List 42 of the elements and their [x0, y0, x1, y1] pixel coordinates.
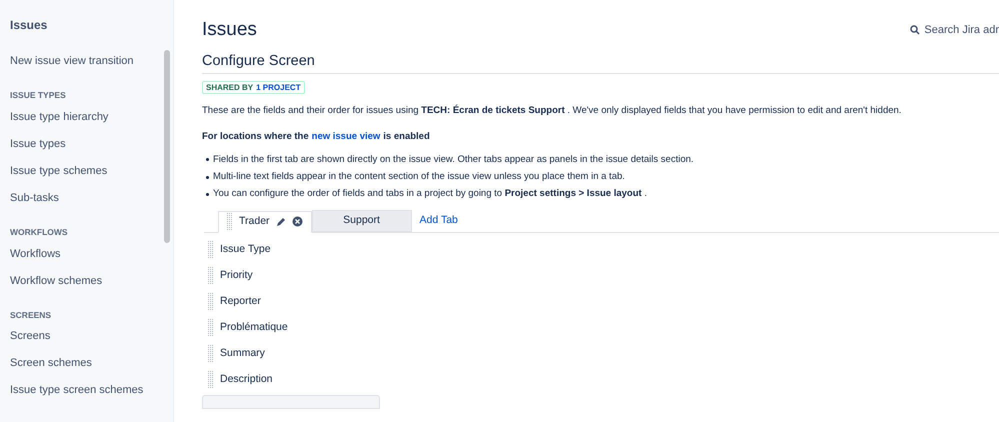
sidebar-item[interactable]: New issue view transition — [10, 54, 173, 81]
field-name: Reporter — [220, 294, 261, 309]
bullet-icon — [206, 176, 209, 179]
badge-label: SHARED BY — [206, 82, 254, 94]
field-name: Priority — [220, 268, 253, 283]
bullet-icon — [206, 158, 209, 162]
field-select[interactable] — [202, 394, 380, 408]
sidebar-item[interactable]: Issue types — [10, 136, 173, 164]
screen-tab[interactable]: Support — [312, 210, 412, 232]
sidebar-item[interactable]: Issue type hierarchy — [10, 110, 173, 137]
sidebar-item[interactable]: Workflows — [10, 246, 173, 274]
screen-tab[interactable]: Trader — [218, 210, 312, 232]
field-name: Issue Type — [220, 242, 271, 257]
section-title: Configure Screen — [202, 52, 316, 70]
bullet-text: You can configure the order of fields and tabs in a project by going to Project settings > Issue layout . — [213, 187, 647, 202]
new-issue-view-link[interactable]: new issue view — [312, 130, 380, 144]
sidebar-item[interactable]: Issue type schemes — [10, 164, 173, 191]
bullet-icon — [206, 192, 209, 196]
sidebar-item[interactable]: Sub-tasks — [10, 190, 173, 218]
bullet-text: Multi-line text fields appear in the content section of the issue view unless you place them in a tab. — [213, 170, 625, 184]
project-link[interactable]: 1 PROJECT — [256, 82, 301, 94]
page-title: Issues — [202, 18, 257, 42]
sidebar-item[interactable]: Screen schemes — [10, 356, 173, 384]
search-field[interactable]: Search Jira adr — [910, 22, 999, 38]
section-heading: SCREENS — [10, 308, 52, 322]
bullet-text: Fields in the first tab are shown directly on the issue view. Other tabs appear as panels in the issue details section. — [213, 152, 694, 167]
sidebar-item[interactable]: Issue type screen schemes — [10, 383, 173, 410]
field-name: Description — [220, 372, 273, 387]
note-text: For locations where the — [202, 130, 309, 144]
add-tab-link[interactable]: Add Tab — [420, 212, 458, 228]
intro-text: These are the fields and their order for issues using TECH: Écran de tickets Support . We've only displayed fields that you have permission to edit and aren't hidden. — [202, 104, 902, 118]
note-text: is enabled — [383, 130, 430, 144]
sidebar-item[interactable]: Screens — [10, 329, 173, 356]
search-icon — [910, 25, 920, 36]
field-name: Summary — [220, 346, 265, 361]
sidebar-title: Issues — [10, 17, 48, 34]
pencil-icon[interactable] — [276, 216, 286, 226]
field-name: Problématique — [220, 320, 288, 335]
section-heading: ISSUE TYPES — [10, 89, 67, 102]
section-heading: WORKFLOWS — [10, 226, 69, 238]
sidebar-item[interactable]: Workflow schemes — [10, 274, 173, 300]
remove-icon[interactable] — [292, 216, 303, 227]
